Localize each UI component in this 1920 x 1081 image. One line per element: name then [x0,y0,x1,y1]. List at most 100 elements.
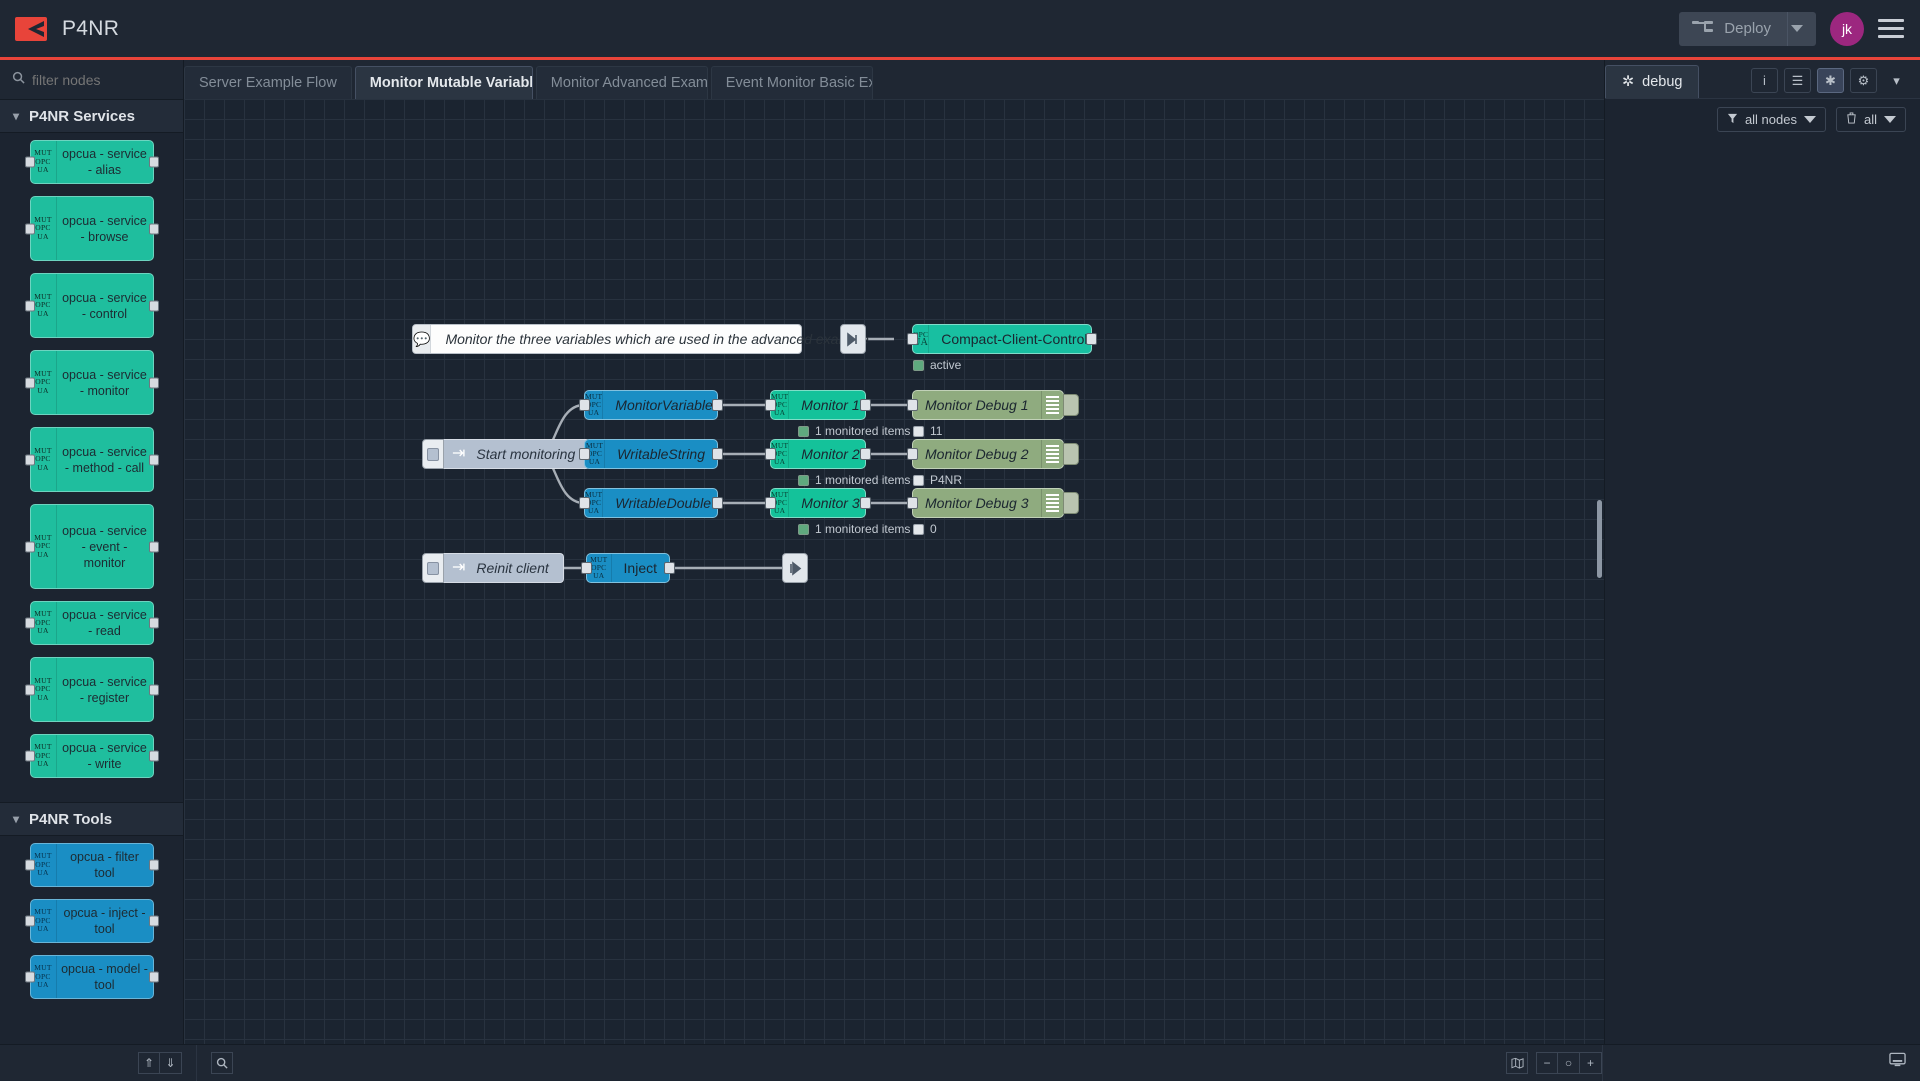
palette-node-opcua-service-event-monitor[interactable]: MUTOPCUA opcua - service - event - monit… [30,504,154,589]
palette-node-opcua-service-write[interactable]: MUTOPCUA opcua - service - write [30,734,154,778]
debug-filter-dropdown[interactable]: all nodes [1717,107,1826,132]
palette-node-label: opcua - service - alias [57,141,153,183]
node-input-port [579,448,590,460]
debug-toggle-button[interactable] [1063,394,1079,416]
debug-filter-label: all nodes [1745,112,1797,127]
tab-server-example-flow[interactable]: Server Example Flow [184,66,352,99]
info-icon[interactable]: i [1751,68,1778,93]
node-output-port [712,448,723,460]
palette-node-opcua-service-control[interactable]: MUTOPCUA opcua - service - control [30,273,154,338]
debug-message-list[interactable] [1605,180,1920,1044]
link-out-node[interactable] [782,553,808,583]
palette-node-opcua-service-register[interactable]: MUTOPCUA opcua - service - register [30,657,154,722]
node-body[interactable]: ⇥ Start monitoring [444,439,590,469]
deploy-button-main[interactable]: Deploy [1679,12,1787,46]
node-label: Start monitoring [472,446,589,462]
node-monitorvariable[interactable]: MUTOPCUA MonitorVariable [584,390,718,420]
tab-monitor-advanced-example[interactable]: Monitor Advanced Example [536,66,708,99]
node-label: MonitorVariable [603,391,725,419]
avatar[interactable]: jk [1830,12,1864,46]
debug-clear-dropdown[interactable]: all [1836,107,1906,132]
status-bar-monitor-area [1602,1045,1920,1081]
status-dot [798,426,809,437]
palette-node-opcua-service-read[interactable]: MUTOPCUA opcua - service - read [30,601,154,645]
status-dot [913,524,924,535]
debug-toggle-button[interactable] [1063,443,1079,465]
status-text: P4NR [930,473,962,487]
inject-button-knob[interactable] [422,439,444,469]
bug-icon[interactable]: ✱ [1817,68,1844,93]
deploy-button[interactable]: Deploy [1679,12,1816,46]
node-output-port [860,448,871,460]
link-in-node[interactable] [840,324,866,354]
palette-section-p4nr-services[interactable]: ▾ P4NR Services [0,99,183,133]
tab-event-monitor-basic-example[interactable]: Event Monitor Basic Example [711,66,873,99]
map-icon[interactable] [1506,1052,1528,1074]
palette-node-opcua-model-tool[interactable]: MUTOPCUA opcua - model - tool [30,955,154,999]
palette-node-opcua-service-method-call[interactable]: MUTOPCUA opcua - service - method - call [30,427,154,492]
palette-filter[interactable] [0,60,184,99]
node-monitor-3[interactable]: MUTOPCUA Monitor 3 1 monitored items [770,488,866,518]
zoom-out-button[interactable]: − [1536,1052,1558,1074]
status-bar-right: − ○ + [1506,1045,1920,1081]
tab-label: Monitor Advanced Example [551,75,708,91]
chevrons-down-icon[interactable]: ⇓ [160,1052,182,1074]
search-input[interactable] [32,72,172,88]
hamburger-icon[interactable] [1878,19,1904,38]
palette-node-opcua-service-browse[interactable]: MUTOPCUA opcua - service - browse [30,196,154,261]
zoom-reset-button[interactable]: ○ [1558,1052,1580,1074]
node-writablestring[interactable]: MUTOPCUA WritableString [584,439,718,469]
node-input-port [25,618,35,629]
node-palette[interactable]: ▾ P4NR Services MUTOPCUA opcua - service… [0,99,184,1044]
debug-bars-icon [1041,440,1063,468]
node-input-port [765,497,776,509]
search-icon[interactable] [211,1052,233,1074]
node-monitor-debug-2[interactable]: Monitor Debug 2 P4NR [912,439,1064,469]
node-inject[interactable]: MUTOPCUA Inject [586,553,670,583]
zoom-controls: − ○ + [1536,1052,1602,1074]
screen-icon[interactable] [1889,1052,1906,1073]
debug-toolbar: all nodes all [1605,99,1920,139]
comment-node[interactable]: 💬 Monitor the three variables which are … [412,324,802,354]
canvas-scrollbar[interactable] [1597,500,1602,578]
inject-button-knob[interactable] [422,553,444,583]
chevrons-up-icon[interactable]: ⇑ [138,1052,160,1074]
node-monitor-1[interactable]: MUTOPCUA Monitor 1 1 monitored items [770,390,866,420]
node-compact-client-control[interactable]: OPCUA Compact-Client-Control active [912,324,1092,354]
deploy-dropdown-button[interactable] [1787,12,1816,46]
gear-icon[interactable]: ⚙ [1850,68,1877,93]
palette-node-opcua-service-monitor[interactable]: MUTOPCUA opcua - service - monitor [30,350,154,415]
node-monitor-2[interactable]: MUTOPCUA Monitor 2 1 monitored items [770,439,866,469]
node-output-port [149,684,159,695]
node-input-port [25,751,35,762]
node-writabledouble[interactable]: MUTOPCUA WritableDouble [584,488,718,518]
expand-collapse-group: ⇑ ⇓ [138,1052,182,1074]
node-output-port [149,223,159,234]
inject-arrow-icon: ⇥ [444,560,472,576]
debug-toggle-button[interactable] [1063,492,1079,514]
palette-section-p4nr-tools[interactable]: ▾ P4NR Tools [0,802,183,836]
node-input-port [907,399,918,411]
help-book-icon[interactable]: ☰ [1784,68,1811,93]
chevron-down-icon[interactable]: ▾ [1883,68,1910,93]
tab-monitor-mutable-variables-flow[interactable]: Monitor Mutable Variables Flow [355,66,533,99]
node-body[interactable]: ⇥ Reinit client [444,553,564,583]
node-input-port [579,399,590,411]
palette-node-opcua-inject-tool[interactable]: MUTOPCUA opcua - inject - tool [30,899,154,943]
bug-icon: ✲ [1622,74,1634,90]
node-start-monitoring[interactable]: ⇥ Start monitoring [422,439,590,469]
deploy-label: Deploy [1724,20,1771,37]
node-label: WritableString [605,440,717,468]
palette-node-label: opcua - filter tool [57,844,153,886]
zoom-in-button[interactable]: + [1580,1052,1602,1074]
node-reinit-client[interactable]: ⇥ Reinit client [422,553,564,583]
flow-canvas[interactable]: 💬 Monitor the three variables which are … [184,99,1604,1044]
palette-node-opcua-service-alias[interactable]: MUTOPCUA opcua - service - alias [30,140,154,184]
node-status: 0 [913,522,937,536]
tab-debug[interactable]: ✲ debug [1605,65,1699,98]
node-monitor-debug-3[interactable]: Monitor Debug 3 0 [912,488,1064,518]
node-monitor-debug-1[interactable]: Monitor Debug 1 11 [912,390,1064,420]
node-output-port [664,562,675,574]
palette-node-opcua-filter-tool[interactable]: MUTOPCUA opcua - filter tool [30,843,154,887]
palette-node-label: opcua - service - method - call [57,428,153,491]
